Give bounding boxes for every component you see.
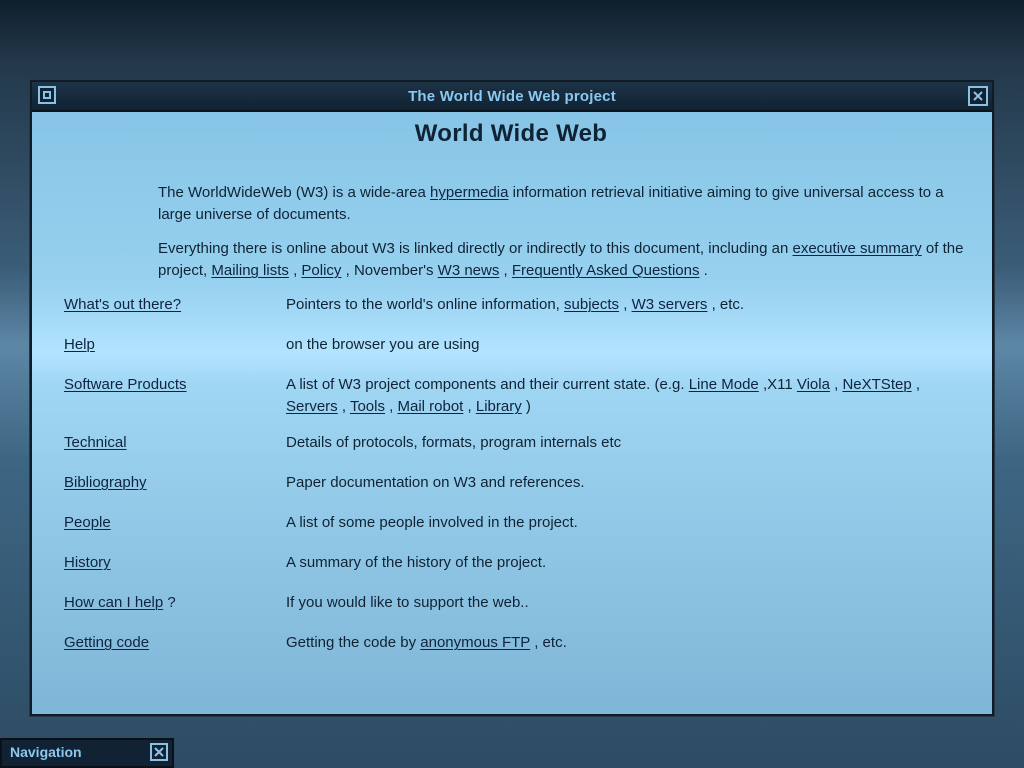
getting-code-text-1: Getting the code by [286,634,417,651]
getting-code-link[interactable]: Getting code [64,634,149,651]
overview-paragraph: Everything there is online about W3 is l… [158,238,976,282]
bibliography-link[interactable]: Bibliography [64,474,147,491]
whats-out-there-text-3: , etc. [711,296,745,313]
index-row-bibliography: Bibliography Paper documentation on W3 a… [50,472,972,512]
w3-news-link[interactable]: W3 news [438,262,500,279]
index-row-getting-code: Getting code Getting the code by anonymo… [50,632,972,672]
people-description: A list of some people involved in the pr… [286,514,578,531]
whats-out-there-link[interactable]: What's out there? [64,296,181,313]
mail-robot-link[interactable]: Mail robot [397,398,463,415]
software-text-8: ) [525,398,531,415]
nextstep-link[interactable]: NeXTStep [842,376,911,393]
line-mode-link[interactable]: Line Mode [689,376,759,393]
window-menu-icon[interactable] [38,86,56,104]
index-right-how-can-i-help: If you would like to support the web.. [286,592,936,614]
software-text-6: , [389,398,394,415]
index-row-people: People A list of some people involved in… [50,512,972,552]
software-text-3: , [834,376,839,393]
index-right-history: A summary of the history of the project. [286,552,936,574]
navigation-window: Navigation [0,738,174,768]
page-title: World Wide Web [414,120,608,147]
software-text-5: , [341,398,347,415]
overview-text-november: , November's [345,262,434,279]
index-right-getting-code: Getting the code by anonymous FTP , etc. [286,632,936,654]
window-title-bar[interactable]: The World Wide Web project [32,82,992,112]
index-left-history: History [50,552,286,574]
policy-link[interactable]: Policy [301,262,341,279]
index-left-bibliography: Bibliography [50,472,286,494]
index-list: What's out there? Pointers to the world'… [50,294,972,672]
index-right-whats-out-there: Pointers to the world's online informati… [286,294,936,316]
whats-out-there-text-1: Pointers to the world's online informati… [286,296,560,313]
index-left-getting-code: Getting code [50,632,286,654]
w3-servers-link[interactable]: W3 servers [632,296,708,313]
software-text-1: A list of W3 project components and thei… [286,376,685,393]
how-can-i-help-description: If you would like to support the web.. [286,594,529,611]
whats-out-there-text-2: , [623,296,628,313]
software-text-2: ,X11 [762,376,793,393]
overview-period: . [703,262,708,279]
navigation-title: Navigation [10,744,82,760]
index-right-help: on the browser you are using [286,334,936,356]
anonymous-ftp-link[interactable]: anonymous FTP [420,634,530,651]
index-row-technical: Technical Details of protocols, formats,… [50,432,972,472]
faq-link[interactable]: Frequently Asked Questions [512,262,700,279]
tools-link[interactable]: Tools [350,398,385,415]
software-text-4: , [915,376,921,393]
people-link[interactable]: People [64,514,111,531]
window-title: The World Wide Web project [408,87,616,105]
index-left-help: Help [50,334,286,356]
overview-separator-2: , [503,262,508,279]
history-description: A summary of the history of the project. [286,554,547,571]
help-description: on the browser you are using [286,336,480,353]
history-link[interactable]: History [64,554,111,571]
index-right-software-products: A list of W3 project components and thei… [286,374,936,418]
hypermedia-link[interactable]: hypermedia [430,184,508,201]
index-row-history: History A summary of the history of the … [50,552,972,592]
close-icon[interactable] [150,743,168,761]
software-text-7: , [467,398,472,415]
mailing-lists-link[interactable]: Mailing lists [211,262,289,279]
library-link[interactable]: Library [476,398,522,415]
index-row-help: Help on the browser you are using [50,334,972,374]
index-left-how-can-i-help: How can I help ? [50,592,286,614]
index-row-how-can-i-help: How can I help ? If you would like to su… [50,592,972,632]
index-left-whats-out-there: What's out there? [50,294,286,316]
index-right-people: A list of some people involved in the pr… [286,512,936,534]
technical-link[interactable]: Technical [64,434,127,451]
index-left-people: People [50,512,286,534]
technical-description: Details of protocols, formats, program i… [286,434,622,451]
index-row-software-products: Software Products A list of W3 project c… [50,374,972,432]
how-can-i-help-link[interactable]: How can I help [64,594,163,611]
how-can-i-help-suffix: ? [167,594,176,611]
overview-text-intro: Everything there is online about W3 is l… [158,240,789,257]
software-products-link[interactable]: Software Products [64,376,187,393]
index-left-software-products: Software Products [50,374,286,396]
intro-paragraph: The WorldWideWeb (W3) is a wide-area hyp… [158,182,976,226]
executive-summary-link[interactable]: executive summary [793,240,922,257]
document-content: World Wide Web The WorldWideWeb (W3) is … [32,112,992,672]
main-browser-window: The World Wide Web project World Wide We… [30,80,994,716]
getting-code-text-2: , etc. [534,634,567,651]
viola-link[interactable]: Viola [797,376,830,393]
subjects-link[interactable]: subjects [564,296,619,313]
index-row-whats-out-there: What's out there? Pointers to the world'… [50,294,972,334]
help-link[interactable]: Help [64,336,95,353]
servers-link[interactable]: Servers [286,398,338,415]
close-icon[interactable] [968,86,988,106]
index-right-technical: Details of protocols, formats, program i… [286,432,936,454]
overview-separator-1: , [293,262,298,279]
index-left-technical: Technical [50,432,286,454]
intro-text-before-hypermedia: The WorldWideWeb (W3) is a wide-area [158,184,426,201]
bibliography-description: Paper documentation on W3 and references… [286,474,585,491]
index-right-bibliography: Paper documentation on W3 and references… [286,472,936,494]
